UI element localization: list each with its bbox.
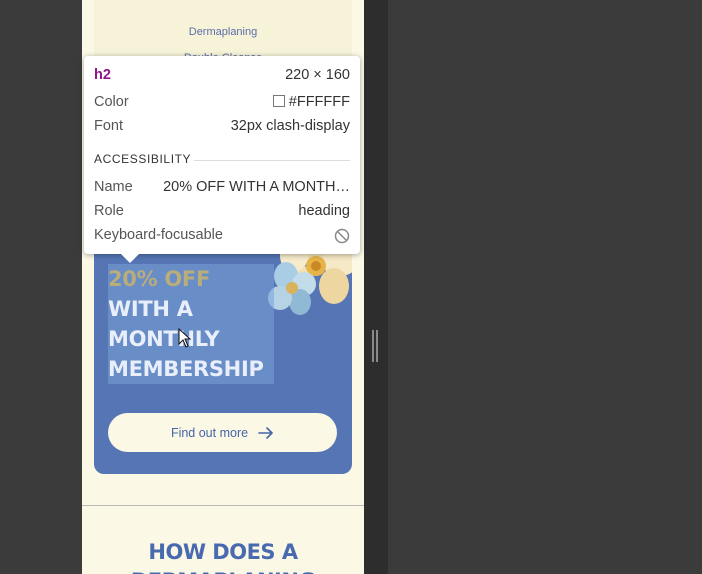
color-swatch-icon — [272, 95, 285, 107]
promo-headline: 20% OFF WITH A MONTHLY MEMBERSHIP — [108, 264, 288, 384]
inspector-tooltip: h2 220 × 160 Color #FFFFFF Font 32px cla… — [84, 56, 360, 254]
color-value: #FFFFFF — [288, 94, 350, 110]
color-value-wrap: #FFFFFF — [272, 94, 350, 110]
section-title: HOW DOES A — [148, 540, 298, 564]
element-size: 220 × 160 — [285, 67, 350, 83]
role-label: Role — [94, 203, 124, 219]
viewport-resize-bar[interactable] — [364, 0, 388, 574]
find-out-more-button[interactable]: Find out more — [108, 413, 337, 452]
promo-card: 20% OFF WITH A MONTHLY MEMBERSHIP Find o… — [94, 234, 352, 474]
element-tag: h2 — [94, 67, 111, 83]
cta-label: Find out more — [170, 425, 249, 440]
tooltip-arrow — [120, 253, 140, 263]
devtools-gutter-left — [0, 0, 82, 574]
not-allowed-icon — [334, 228, 350, 244]
color-label: Color — [94, 94, 129, 110]
font-label: Font — [94, 118, 124, 134]
menu-link-dermaplaning[interactable]: Dermaplaning — [94, 26, 352, 38]
accessibility-divider — [194, 160, 350, 161]
name-value: 20% OFF WITH A MONTH… — [163, 179, 350, 195]
devtools-gutter-right — [388, 0, 702, 574]
role-value: heading — [298, 203, 350, 219]
name-label: Name — [94, 179, 133, 195]
arrow-right-icon — [258, 426, 273, 439]
focusable-label: Keyboard-focusable — [94, 227, 223, 243]
accessibility-heading: ACCESSIBILITY — [94, 152, 192, 166]
headline-line-1: 20% OFF — [108, 267, 211, 291]
mouse-cursor-icon — [178, 328, 192, 348]
section-divider — [82, 505, 364, 506]
section-title-line-2: DERMAPLANING — [82, 566, 364, 574]
font-value: 32px clash-display — [230, 118, 350, 134]
resize-handle-icon[interactable] — [372, 330, 378, 362]
